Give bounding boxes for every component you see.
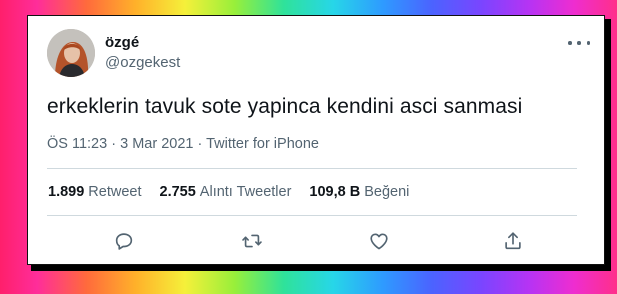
tweet-text: erkeklerin tavuk sote yapinca kendini as… [47, 95, 523, 118]
stat-label: Beğeni [364, 184, 410, 200]
like-icon[interactable] [368, 230, 390, 252]
divider [47, 168, 577, 169]
stat-quote-tweets[interactable]: 2.755 Alıntı Tweetler [160, 184, 292, 200]
stat-retweets[interactable]: 1.899 Retweet [48, 184, 142, 200]
meta-separator: · [111, 136, 117, 152]
stat-value: 109,8 B [309, 184, 361, 200]
stat-label: Retweet [88, 184, 142, 200]
share-icon[interactable] [502, 230, 524, 252]
stat-label: Alıntı Tweetler [199, 184, 292, 200]
tweet-stats: 1.899 Retweet 2.755 Alıntı Tweetler 109,8 … [48, 184, 409, 200]
stat-likes[interactable]: 109,8 B Beğeni [309, 184, 409, 200]
avatar[interactable] [47, 29, 95, 77]
retweet-icon[interactable] [241, 230, 263, 252]
avatar-image [47, 29, 95, 77]
more-options-icon[interactable] [568, 36, 590, 50]
stat-value: 2.755 [159, 184, 196, 200]
display-name[interactable]: özgé [105, 34, 139, 51]
divider [47, 215, 577, 216]
stat-value: 1.899 [48, 184, 85, 200]
reply-icon[interactable] [113, 230, 135, 252]
tweet-date[interactable]: 3 Mar 2021 [120, 136, 193, 152]
tweet-time[interactable]: ÖS 11:23 [47, 136, 107, 152]
tweet-actions [47, 226, 577, 256]
tweet-source[interactable]: Twitter for iPhone [206, 136, 319, 152]
tweet-card: özgé @ozgekest erkeklerin tavuk sote yap… [27, 15, 605, 265]
meta-separator: · [197, 136, 203, 152]
tweet-meta: ÖS 11:23 · 3 Mar 2021 · Twitter for iPho… [47, 136, 319, 152]
user-handle[interactable]: @ozgekest [105, 54, 180, 71]
